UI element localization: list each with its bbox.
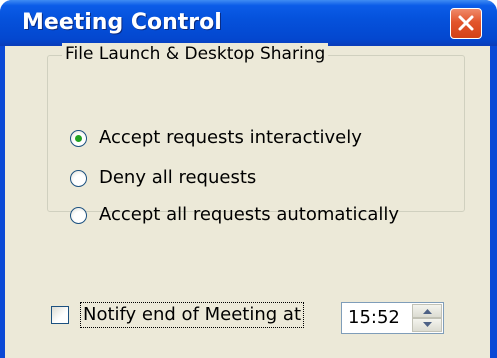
radio-button[interactable]: [70, 206, 87, 224]
radio-label: Accept requests interactively: [99, 127, 362, 148]
title-bar[interactable]: Meeting Control: [0, 0, 497, 46]
close-icon: [458, 15, 474, 31]
notify-checkbox-label[interactable]: Notify end of Meeting at: [80, 302, 305, 328]
window-title: Meeting Control: [22, 10, 222, 35]
end-time-value[interactable]: 15:52: [348, 307, 400, 329]
spin-up-icon: [423, 309, 432, 314]
dialog-window: Meeting Control File Launch & Desktop Sh…: [0, 0, 497, 358]
radio-label: Deny all requests: [99, 167, 257, 188]
radio-accept-all-automatically[interactable]: Accept all requests automatically: [70, 203, 399, 227]
spin-down-icon: [423, 322, 432, 327]
spin-down-button[interactable]: [412, 318, 442, 332]
radio-accept-interactively[interactable]: Accept requests interactively: [70, 126, 362, 150]
groupbox-legend: File Launch & Desktop Sharing: [62, 43, 329, 65]
spin-up-button[interactable]: [412, 304, 442, 318]
end-time-spinner[interactable]: 15:52: [341, 302, 444, 334]
radio-button[interactable]: [70, 129, 87, 147]
radio-selected-dot: [75, 134, 82, 142]
close-button[interactable]: [450, 8, 482, 39]
radio-button[interactable]: [70, 169, 87, 187]
radio-deny-all[interactable]: Deny all requests: [70, 166, 256, 190]
notify-checkbox[interactable]: [51, 306, 69, 324]
radio-label: Accept all requests automatically: [99, 204, 400, 225]
